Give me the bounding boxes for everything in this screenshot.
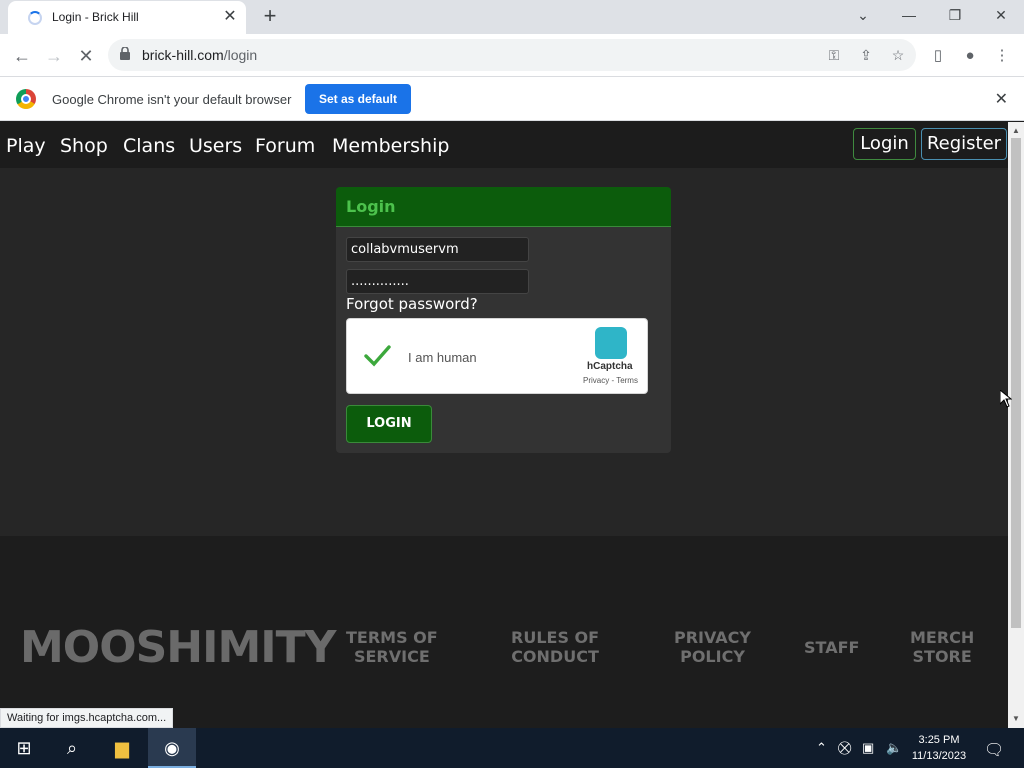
- notification-icon[interactable]: 🗨: [984, 740, 1004, 760]
- password-input[interactable]: ..............: [346, 269, 529, 294]
- mouse-cursor-icon: [1000, 390, 1012, 408]
- menu-kebab-icon[interactable]: ⋮: [990, 44, 1014, 68]
- side-panel-icon[interactable]: ▯: [926, 44, 950, 68]
- file-explorer-icon[interactable]: ▆: [98, 728, 146, 768]
- chrome-logo-icon: [16, 89, 36, 109]
- new-tab-button[interactable]: +: [258, 4, 282, 28]
- footer-terms-link[interactable]: TERMS OF SERVICE: [346, 628, 438, 666]
- profile-avatar-icon[interactable]: ●: [958, 44, 982, 68]
- clock-time: 3:25 PM: [918, 734, 960, 746]
- nav-shop[interactable]: Shop: [60, 135, 108, 157]
- taskbar-clock[interactable]: 3:25 PM 11/13/2023: [907, 732, 971, 764]
- nav-play[interactable]: Play: [6, 135, 46, 157]
- page-scrollbar[interactable]: ▲ ▼: [1008, 122, 1024, 728]
- site-navbar: Play Shop Clans Users Forum Membership L…: [0, 122, 1008, 168]
- back-arrow-icon[interactable]: ←: [8, 42, 36, 70]
- tray-chevron-icon[interactable]: ⌃: [816, 740, 827, 756]
- nav-users[interactable]: Users: [189, 135, 242, 157]
- bookmark-star-icon[interactable]: ☆: [888, 45, 908, 65]
- browser-toolbar: ← → ✕ brick-hill.com/login ⚿ ⇪ ☆ ▯ ● ⋮: [0, 34, 1024, 77]
- footer-rules-link[interactable]: RULES OF CONDUCT: [511, 628, 599, 666]
- scroll-up-icon[interactable]: ▲: [1011, 126, 1021, 135]
- restore-button[interactable]: ❐: [932, 0, 978, 32]
- forgot-password-link[interactable]: Forgot password?: [346, 295, 478, 313]
- chrome-taskbar-icon[interactable]: ◉: [148, 728, 196, 768]
- loading-spinner-icon: [28, 11, 42, 25]
- web-page: Play Shop Clans Users Forum Membership L…: [0, 122, 1008, 728]
- set-as-default-button[interactable]: Set as default: [305, 84, 411, 114]
- footer-merch-link[interactable]: MERCH STORE: [910, 628, 974, 666]
- footer-logo: MOOSHIMITY: [20, 622, 337, 673]
- url-text: brick-hill.com/login: [142, 47, 258, 63]
- login-card: Login collabvmuservm .............. Forg…: [336, 187, 671, 453]
- status-bubble: Waiting for imgs.hcaptcha.com...: [0, 708, 174, 728]
- network-icon[interactable]: ▣: [862, 740, 874, 756]
- nav-membership[interactable]: Membership: [332, 135, 449, 157]
- captcha-privacy-terms[interactable]: Privacy - Terms: [583, 376, 638, 385]
- close-tab-icon[interactable]: ✕: [220, 7, 240, 27]
- lock-icon: [120, 47, 130, 60]
- key-icon[interactable]: ⚿: [824, 45, 844, 65]
- address-bar[interactable]: brick-hill.com/login ⚿ ⇪ ☆: [108, 39, 916, 71]
- username-input[interactable]: collabvmuservm: [346, 237, 529, 262]
- hcaptcha-widget[interactable]: I am human hCaptcha Privacy - Terms: [346, 318, 648, 394]
- network-off-icon[interactable]: ⛒: [838, 740, 851, 756]
- windows-taskbar: ⊞ ⌕ ▆ ◉ ⌃ ⛒ ▣ 🔈 3:25 PM 11/13/2023 🗨: [0, 728, 1024, 768]
- scrollbar-thumb[interactable]: [1011, 138, 1021, 628]
- scroll-down-icon[interactable]: ▼: [1011, 714, 1021, 723]
- login-submit-button[interactable]: LOGIN: [346, 405, 432, 443]
- default-browser-infobar: Google Chrome isn't your default browser…: [0, 77, 1024, 121]
- infobar-message: Google Chrome isn't your default browser: [52, 92, 292, 107]
- minimize-button[interactable]: —: [886, 0, 932, 32]
- browser-tab[interactable]: Login - Brick Hill ✕: [8, 1, 246, 34]
- stop-loading-icon[interactable]: ✕: [72, 42, 100, 70]
- tab-title: Login - Brick Hill: [52, 10, 139, 24]
- captcha-brand: hCaptcha: [587, 361, 633, 372]
- nav-register-button[interactable]: Register: [921, 128, 1007, 160]
- search-icon[interactable]: ⌕: [48, 728, 96, 768]
- tab-search-icon[interactable]: ⌄: [840, 0, 886, 32]
- checkmark-icon[interactable]: [363, 341, 391, 369]
- hcaptcha-logo-icon: [595, 327, 627, 359]
- nav-login-button[interactable]: Login: [853, 128, 916, 160]
- forward-arrow-icon[interactable]: →: [40, 42, 68, 70]
- clock-date: 11/13/2023: [911, 750, 967, 762]
- nav-forum[interactable]: Forum: [255, 135, 315, 157]
- tab-strip: Login - Brick Hill ✕ + ⌄ — ❐ ✕: [0, 0, 1024, 34]
- volume-muted-icon[interactable]: 🔈: [886, 740, 902, 756]
- windows-start-icon[interactable]: ⊞: [0, 728, 48, 768]
- site-footer: MOOSHIMITY TERMS OF SERVICE RULES OF CON…: [0, 536, 1008, 728]
- login-card-header: Login: [336, 187, 671, 227]
- footer-staff-link[interactable]: STAFF: [804, 638, 859, 657]
- nav-clans[interactable]: Clans: [123, 135, 175, 157]
- share-icon[interactable]: ⇪: [856, 45, 876, 65]
- footer-privacy-link[interactable]: PRIVACY POLICY: [674, 628, 751, 666]
- captcha-label: I am human: [408, 350, 477, 365]
- close-infobar-icon[interactable]: ✕: [995, 89, 1008, 109]
- close-window-button[interactable]: ✕: [978, 0, 1024, 32]
